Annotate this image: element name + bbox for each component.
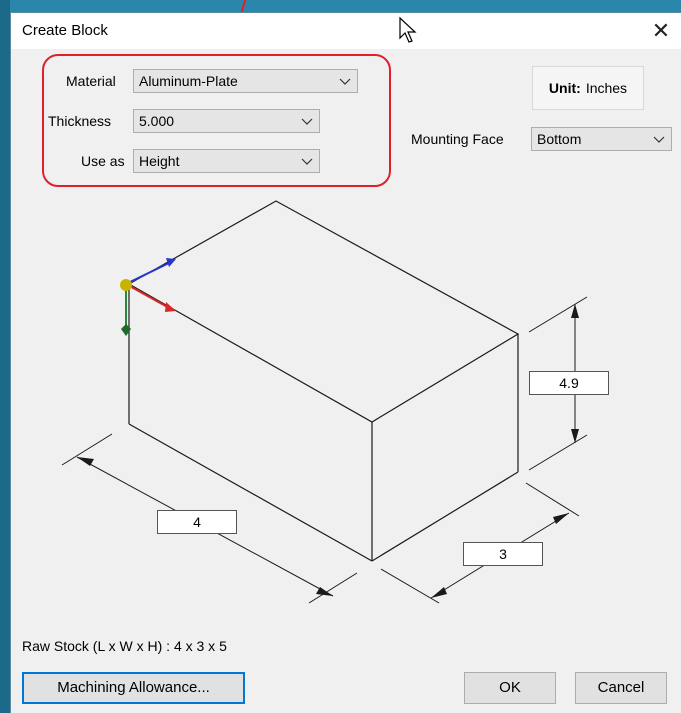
axis-triad [120,258,176,336]
create-block-dialog: Create Block ✕ Material Aluminum-Plate T… [10,12,681,713]
machining-allowance-button[interactable]: Machining Allowance... [22,672,245,704]
cancel-button[interactable]: Cancel [575,672,667,704]
block-outline [128,200,520,423]
extension-line [380,568,440,604]
ok-button[interactable]: OK [464,672,556,704]
block-drawing [61,200,588,604]
width-dimension: 3 [463,542,543,566]
background-left [0,0,10,713]
extension-line [525,482,580,517]
extension-line [528,296,588,333]
length-dimension: 4 [157,510,237,534]
mouse-cursor-icon [399,16,417,43]
raw-stock-label: Raw Stock (L x W x H) : 4 x 3 x 5 [22,638,227,654]
height-dimension: 4.9 [529,371,609,395]
extension-line [308,572,358,604]
extension-line [528,434,588,471]
block-edge [128,423,373,562]
